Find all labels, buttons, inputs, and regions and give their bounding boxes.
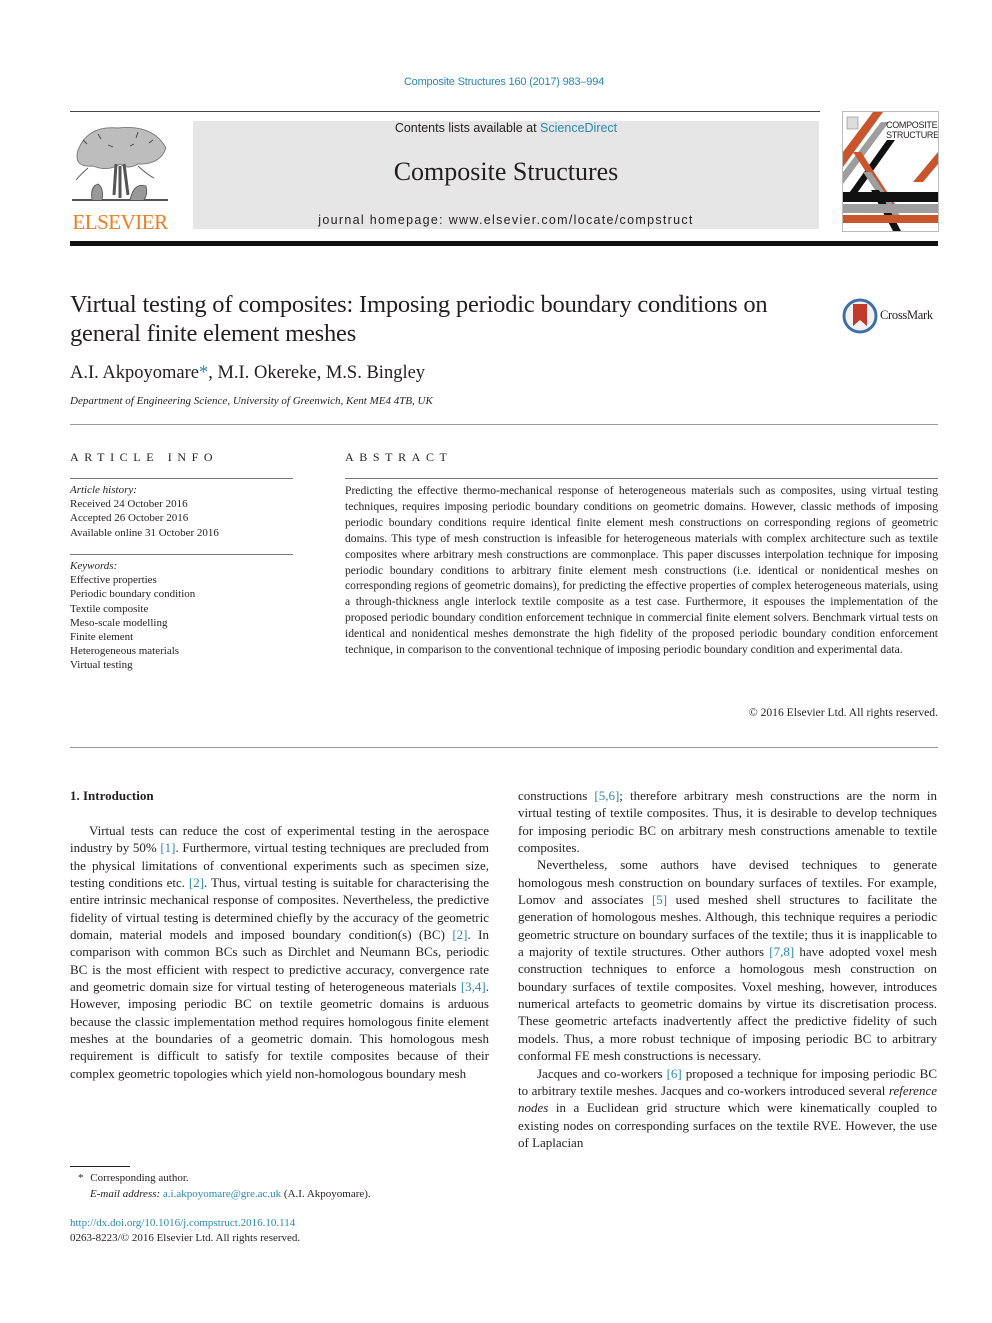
cover-title: COMPOSITE STRUCTURES [886,120,939,140]
citation-ref[interactable]: [5,6] [594,788,619,803]
paragraph: Virtual tests can reduce the cost of exp… [70,822,489,1082]
article-info-heading: ARTICLE INFO [70,450,219,464]
history-online: Available online 31 October 2016 [70,526,219,539]
contents-prefix: Contents lists available at [394,121,541,135]
history-received: Received 24 October 2016 [70,498,188,511]
article-title-line2: general finite element meshes [70,320,357,347]
journal-citation-link[interactable]: Composite Structures 160 (2017) 983–994 [0,76,992,88]
email-footnote: E-mail address: a.i.akpoyomare@gre.ac.uk… [70,1186,500,1202]
footnote-mark: * [78,1172,84,1184]
crossmark-button[interactable]: CrossMark [842,298,942,334]
author-name[interactable]: M.I. Okereke [217,363,316,383]
citation-ref[interactable]: [7,8] [769,944,794,959]
citation-ref[interactable]: [3,4] [461,979,486,994]
email-link[interactable]: a.i.akpoyomare@gre.ac.uk [163,1188,281,1200]
section-heading: 1. Introduction [70,788,154,803]
author-name[interactable]: A.I. Akpoyomare [70,363,199,383]
body-column-right: constructions [5,6]; therefore arbitrary… [518,787,937,1151]
paragraph: Jacques and co-workers [6] proposed a te… [518,1065,937,1152]
keyword-item: Textile composite [70,602,149,615]
paragraph: constructions [5,6]; therefore arbitrary… [518,787,937,856]
divider [70,554,293,555]
citation-ref[interactable]: [2] [452,927,467,942]
issn-copyright: 0263-8223/© 2016 Elsevier Ltd. All right… [70,1232,301,1244]
cover-title-line2: STRUCTURES [886,130,939,140]
doi-block: http://dx.doi.org/10.1016/j.compstruct.2… [70,1216,300,1246]
text-run: Jacques and co-workers [537,1065,667,1081]
author-affiliation: Department of Engineering Science, Unive… [70,395,433,407]
article-title: Virtual testing of composites: Imposing … [70,290,830,348]
author-separator: , [316,363,326,383]
text-run: in a Euclidean grid structure which were… [518,1100,937,1150]
journal-title: Composite Structures [393,157,619,186]
author-list: A.I. Akpoyomare*, M.I. Okereke, M.S. Bin… [70,363,425,384]
citation-ref[interactable]: [6] [667,1066,682,1081]
footnotes: * Corresponding author. E-mail address: … [70,1170,500,1202]
homepage-line: journal homepage: www.elsevier.com/locat… [193,213,819,227]
keywords-list: Keywords: Effective properties Periodic … [70,559,295,673]
divider [345,478,938,479]
article-title-line1: Virtual testing of composites: Imposing … [70,291,768,318]
divider [70,424,938,425]
email-owner: (A.I. Akpoyomare). [283,1188,371,1200]
header-rule [70,111,820,112]
history-accepted: Accepted 26 October 2016 [70,512,189,525]
email-label: E-mail address: [90,1188,161,1200]
keyword-item: Periodic boundary condition [70,588,196,601]
homepage-link[interactable]: www.elsevier.com/locate/compstruct [449,213,694,227]
cover-title-line1: COMPOSITE [886,120,938,130]
sciencedirect-link[interactable]: ScienceDirect [540,121,617,135]
contents-line: Contents lists available at ScienceDirec… [193,121,819,135]
text-run: . However, imposing periodic BC on texti… [70,979,489,1081]
footnote-rule [70,1166,130,1167]
elsevier-wordmark: ELSEVIER [72,210,168,234]
keyword-item: Heterogeneous materials [70,645,180,658]
abstract-copyright: © 2016 Elsevier Ltd. All rights reserved… [748,706,938,719]
abstract-text: Predicting the effective thermo-mechanic… [345,484,938,657]
corresponding-author-mark[interactable]: * [199,363,208,383]
divider [70,478,293,479]
paragraph: Nevertheless, some authors have devised … [518,856,937,1064]
keyword-item: Finite element [70,631,134,644]
article-history: Article history: Received 24 October 201… [70,483,295,540]
body-column-left: Virtual tests can reduce the cost of exp… [70,822,489,1082]
text-run: have adopted voxel mesh construction tec… [518,944,937,1064]
citation-ref[interactable]: [5] [652,892,667,907]
keyword-item: Virtual testing [70,659,133,672]
journal-cover-thumbnail[interactable]: COMPOSITE STRUCTURES [842,111,939,232]
crossmark-icon [842,298,878,334]
divider [70,747,938,748]
abstract-heading: ABSTRACT [345,450,453,464]
keyword-item: Meso-scale modelling [70,616,168,629]
history-label: Article history: [70,484,137,496]
author-name[interactable]: M.S. Bingley [326,363,425,383]
footnote-text: Corresponding author. [90,1172,189,1184]
elsevier-tree-icon [72,126,168,201]
corresponding-footnote: * Corresponding author. [70,1170,500,1186]
journal-banner: Contents lists available at ScienceDirec… [193,121,819,229]
doi-link[interactable]: http://dx.doi.org/10.1016/j.compstruct.2… [70,1216,300,1231]
keywords-label: Keywords: [70,560,118,572]
citation-ref[interactable]: [2] [189,875,204,890]
keyword-item: Effective properties [70,574,157,587]
homepage-prefix: journal homepage: [318,213,449,227]
citation-ref[interactable]: [1] [160,840,175,855]
text-run: constructions [518,788,595,803]
crossmark-label: CrossMark [880,308,933,322]
elsevier-logo[interactable]: ELSEVIER [68,120,172,234]
header-thick-rule [70,241,938,246]
